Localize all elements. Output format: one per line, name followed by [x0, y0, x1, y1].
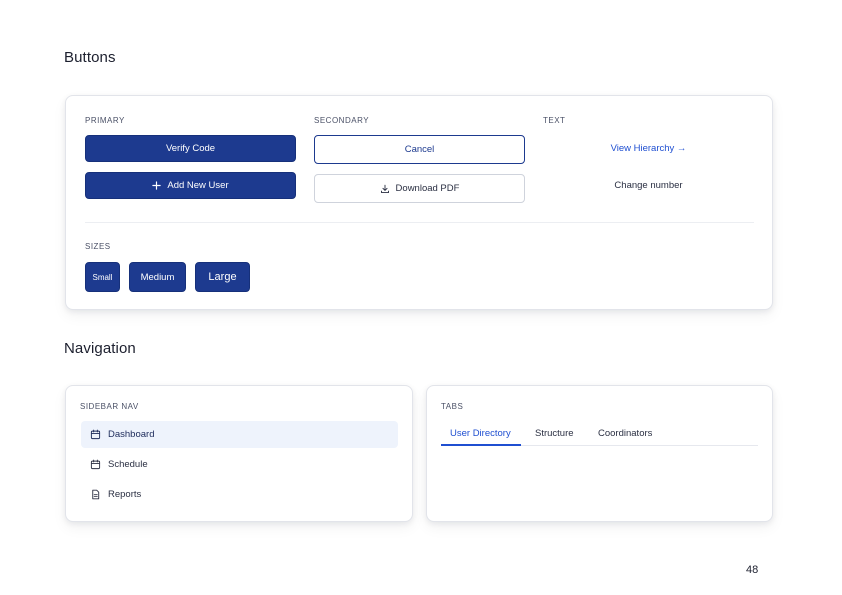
sidebar-item-dashboard[interactable]: Dashboard [81, 421, 398, 448]
view-hierarchy-button[interactable]: View Hierarchy → [543, 135, 754, 162]
medium-button[interactable]: Medium [129, 262, 186, 292]
section-divider [85, 222, 754, 223]
sidebar-nav-card: SIDEBAR NAV Dashboard Schedule Reports [65, 385, 413, 522]
tab-user-directory[interactable]: User Directory [450, 424, 511, 446]
small-button[interactable]: Small [85, 262, 120, 292]
plus-icon [152, 181, 162, 190]
text-heading: TEXT [543, 116, 566, 125]
download-pdf-button[interactable]: Download PDF [314, 174, 525, 203]
large-button[interactable]: Large [195, 262, 250, 292]
change-number-button[interactable]: Change number [543, 172, 754, 199]
sizes-heading: SIZES [85, 242, 111, 251]
add-new-user-button[interactable]: Add New User [85, 172, 296, 199]
sidebar-item-schedule[interactable]: Schedule [81, 451, 398, 478]
tab-label: User Directory [450, 428, 511, 439]
tab-structure[interactable]: Structure [535, 424, 574, 446]
medium-label: Medium [140, 271, 175, 283]
change-number-label: Change number [614, 180, 683, 191]
tab-label: Structure [535, 428, 574, 439]
download-icon [380, 184, 390, 194]
small-label: Small [92, 272, 113, 282]
active-tab-indicator [441, 444, 521, 446]
calendar-icon [90, 459, 101, 470]
tab-coordinators[interactable]: Coordinators [598, 424, 652, 446]
sidebar-item-label: Reports [108, 489, 142, 500]
sidebar-nav-heading: SIDEBAR NAV [80, 402, 139, 411]
buttons-card: PRIMARY SECONDARY TEXT Verify Code Add N… [65, 95, 773, 310]
verify-code-label: Verify Code [165, 143, 216, 154]
primary-heading: PRIMARY [85, 116, 125, 125]
sidebar-item-label: Dashboard [108, 429, 155, 440]
tab-label: Coordinators [598, 428, 653, 439]
verify-code-button[interactable]: Verify Code [85, 135, 296, 162]
document-icon [90, 489, 101, 500]
download-pdf-label: Download PDF [395, 183, 460, 194]
cancel-label: Cancel [404, 144, 435, 155]
page-number: 48 [746, 564, 759, 576]
cancel-button[interactable]: Cancel [314, 135, 525, 164]
large-label: Large [208, 271, 237, 283]
tabs-card: TABS User Directory Structure Coordinato… [426, 385, 773, 522]
view-hierarchy-label: View Hierarchy → [610, 143, 687, 154]
secondary-heading: SECONDARY [314, 116, 370, 125]
tabs-heading: TABS [441, 402, 464, 411]
buttons-section-title: Buttons [64, 49, 116, 66]
sidebar-item-reports[interactable]: Reports [81, 481, 398, 508]
calendar-icon [90, 429, 101, 440]
navigation-section-title: Navigation [64, 340, 136, 357]
add-new-user-label: Add New User [167, 180, 229, 191]
sidebar-item-label: Schedule [108, 459, 148, 470]
